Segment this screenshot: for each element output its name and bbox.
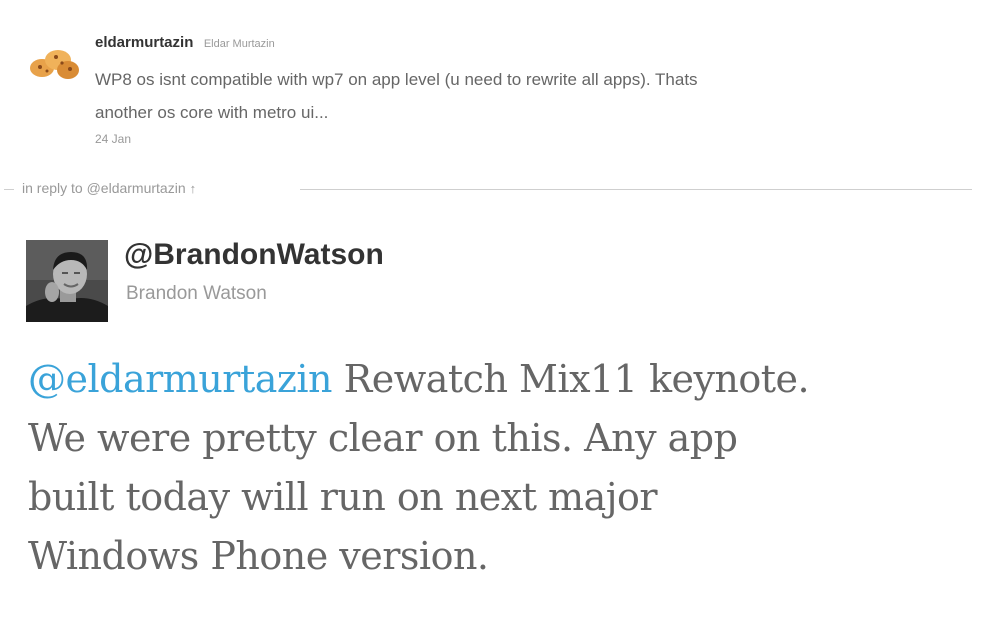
main-tweet-text-line: Windows Phone version. [28, 534, 489, 578]
original-tweet-text: WP8 os isnt compatible with wp7 on app l… [95, 63, 915, 129]
main-tweet-text-line: We were pretty clear on this. Any app [28, 416, 738, 460]
up-arrow-icon: ↑ [189, 181, 197, 196]
original-tweet-timestamp[interactable]: 24 Jan [95, 132, 131, 146]
main-screen-name[interactable]: @BrandonWatson [124, 238, 384, 272]
original-tweet-header: eldarmurtazin Eldar Murtazin [95, 34, 275, 52]
in-reply-to-label: in reply to @eldarmurtazin [22, 180, 186, 196]
in-reply-to-link[interactable]: in reply to @eldarmurtazin ↑ [22, 180, 196, 196]
reply-divider: in reply to @eldarmurtazin ↑ [0, 178, 972, 202]
main-tweet-text-line: built today will run on next major [28, 475, 658, 519]
divider-line-right [300, 189, 972, 190]
original-screen-name[interactable]: eldarmurtazin [95, 34, 193, 51]
main-tweet-text-segment: Rewatch Mix11 keynote. [332, 357, 810, 401]
main-tweet-text: @eldarmurtazin Rewatch Mix11 keynote. We… [28, 350, 968, 586]
main-tweet-text-line: @eldarmurtazin Rewatch Mix11 keynote. [28, 350, 968, 409]
main-full-name: Brandon Watson [126, 283, 267, 304]
original-full-name: Eldar Murtazin [203, 38, 275, 50]
divider-line-left [4, 189, 14, 190]
original-tweet-text-line: WP8 os isnt compatible with wp7 on app l… [95, 70, 698, 89]
cookie-avatar-icon[interactable] [28, 42, 80, 84]
original-tweet-text-line: another os core with metro ui... [95, 103, 329, 122]
mention-link[interactable]: @eldarmurtazin [28, 357, 333, 401]
profile-photo-avatar[interactable] [26, 240, 108, 322]
